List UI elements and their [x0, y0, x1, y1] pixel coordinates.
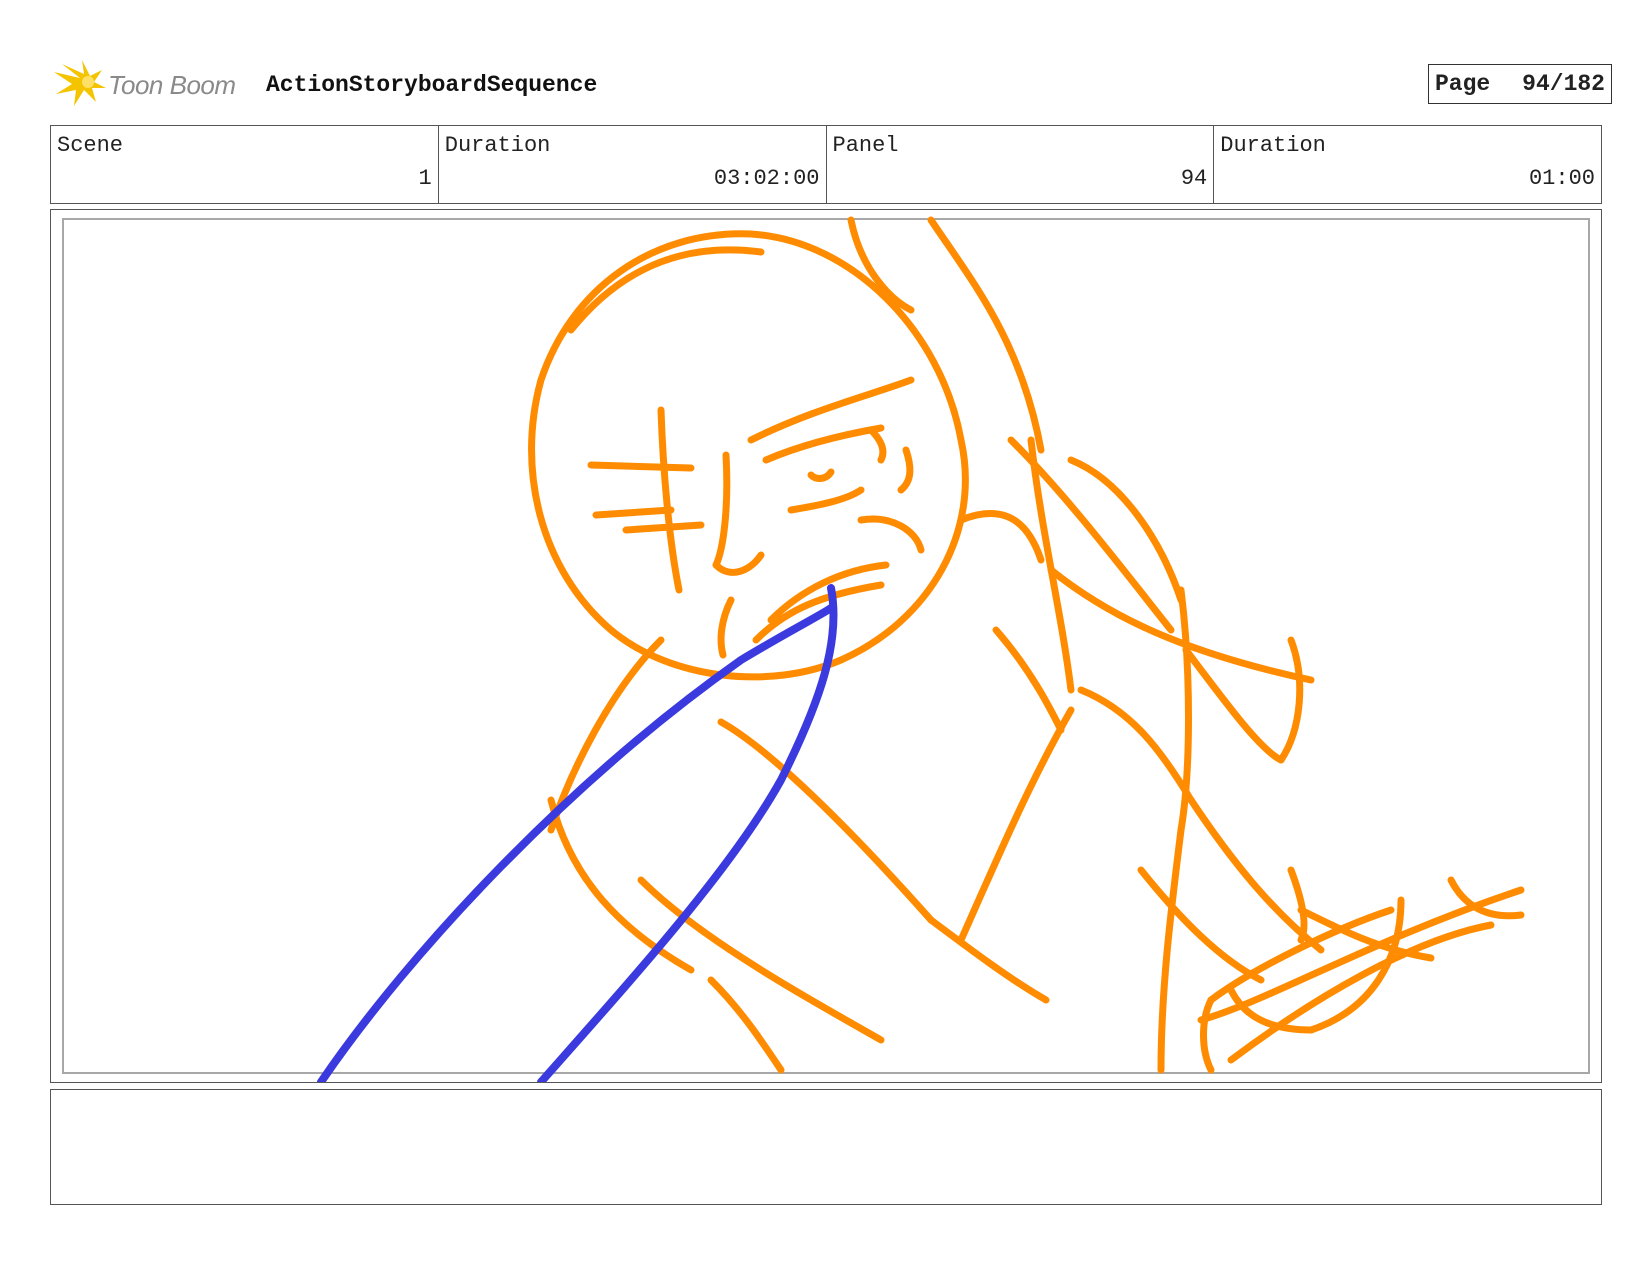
panel-value: 94 — [1180, 166, 1208, 191]
scene-cell: Scene 1 — [51, 126, 439, 203]
page-number: 94/182 — [1522, 71, 1605, 97]
starburst-icon — [54, 60, 106, 106]
toon-boom-logo: Toon Boom — [52, 58, 252, 108]
scene-duration-value: 03:02:00 — [713, 166, 820, 191]
scene-duration-cell: Duration 03:02:00 — [439, 126, 827, 203]
panel-image-frame — [50, 209, 1602, 1083]
panel-notes-box — [50, 1089, 1602, 1205]
page-header: Toon Boom ActionStoryboardSequence Page … — [52, 58, 1612, 108]
panel-label: Panel — [832, 133, 899, 158]
panel-duration-value: 01:00 — [1528, 166, 1595, 191]
panel-info-table: Scene 1 Duration 03:02:00 Panel 94 Durat… — [50, 125, 1602, 204]
panel-duration-cell: Duration 01:00 — [1214, 126, 1601, 203]
blue-sketch-lines — [317, 584, 838, 1082]
page-indicator: Page 94/182 — [1428, 64, 1612, 104]
scene-value: 1 — [418, 166, 432, 191]
scene-duration-label: Duration — [444, 133, 551, 158]
panel-cell: Panel 94 — [827, 126, 1215, 203]
scene-label: Scene — [57, 133, 124, 158]
document-title: ActionStoryboardSequence — [266, 72, 598, 98]
panel-duration-label: Duration — [1220, 133, 1326, 158]
storyboard-sketch — [317, 216, 1525, 1082]
logo-text: Toon Boom — [108, 70, 236, 100]
orange-sketch-lines — [528, 216, 1525, 1074]
page-label: Page — [1435, 71, 1491, 97]
